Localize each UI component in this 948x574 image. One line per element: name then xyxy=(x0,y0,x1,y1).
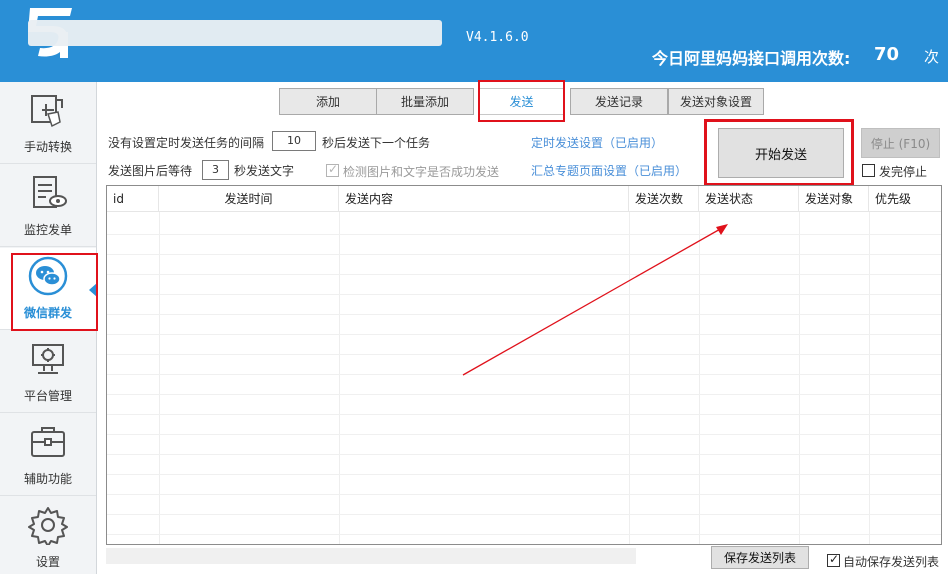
sidebar-item-label: 监控发单 xyxy=(23,223,72,237)
tab-send-records[interactable]: 发送记录 xyxy=(570,88,668,115)
sidebar-item-label: 手动转换 xyxy=(23,140,72,154)
highlight-box-start xyxy=(704,119,854,186)
api-usage-label: 今日阿里妈妈接口调用次数: xyxy=(652,49,851,68)
column-header-send-count[interactable]: 发送次数 xyxy=(629,186,699,212)
sidebar-item-settings[interactable]: 设置 xyxy=(0,497,96,574)
column-divider xyxy=(159,212,160,544)
tab-add[interactable]: 添加 xyxy=(279,88,377,115)
row-divider xyxy=(107,294,941,295)
interval-prefix-label: 没有设置定时发送任务的间隔 xyxy=(108,136,265,150)
column-header-send-content[interactable]: 发送内容 xyxy=(339,186,629,212)
redacted-app-title xyxy=(28,20,442,46)
row-divider xyxy=(107,514,941,515)
column-header-send-target[interactable]: 发送对象 xyxy=(799,186,869,212)
row-divider xyxy=(107,334,941,335)
row-divider xyxy=(107,354,941,355)
row-divider xyxy=(107,374,941,375)
row-divider xyxy=(107,494,941,495)
gear-icon xyxy=(28,507,68,545)
sidebar-item-label: 设置 xyxy=(35,555,60,569)
column-divider xyxy=(629,212,630,544)
image-wait-suffix-label: 秒发送文字 xyxy=(234,164,295,178)
interval-input[interactable]: 10 xyxy=(272,131,316,151)
column-divider xyxy=(699,212,700,544)
row-divider xyxy=(107,274,941,275)
sidebar-item-monitor-dispatch[interactable]: 监控发单 xyxy=(0,165,96,247)
row-divider xyxy=(107,434,941,435)
highlight-box-sidebar xyxy=(11,253,98,331)
title-bar: V4.1.6.0 今日阿里妈妈接口调用次数: 70 次 xyxy=(0,0,948,82)
monitor-gear-icon xyxy=(32,344,64,374)
tab-send-target-settings[interactable]: 发送对象设置 xyxy=(668,88,764,115)
row-divider xyxy=(107,454,941,455)
api-usage-count: 70 xyxy=(874,44,900,65)
timed-send-settings-link[interactable]: 定时发送设置（已启用） xyxy=(531,134,663,151)
check-success-label: 检测图片和文字是否成功发送 xyxy=(343,165,500,179)
sidebar-item-label: 平台管理 xyxy=(23,389,72,403)
horizontal-scrollbar[interactable] xyxy=(106,548,636,564)
column-header-send-time[interactable]: 发送时间 xyxy=(159,186,339,212)
stop-button[interactable]: 停止 (F10) xyxy=(861,128,940,158)
tab-batch-add[interactable]: 批量添加 xyxy=(376,88,474,115)
column-header-send-status[interactable]: 发送状态 xyxy=(699,186,799,212)
row-divider xyxy=(107,414,941,415)
toolbox-icon xyxy=(31,427,65,457)
sidebar-item-auxiliary[interactable]: 辅助功能 xyxy=(0,414,96,496)
column-divider xyxy=(869,212,870,544)
sidebar-item-platform-management[interactable]: 平台管理 xyxy=(0,331,96,413)
image-wait-input[interactable]: 3 xyxy=(202,160,229,180)
stop-after-send-checkbox[interactable] xyxy=(862,164,875,177)
table-header: id 发送时间 发送内容 发送次数 发送状态 发送对象 优先级 xyxy=(107,186,941,212)
row-divider xyxy=(107,534,941,535)
column-header-id[interactable]: id xyxy=(107,186,159,212)
version-label: V4.1.6.0 xyxy=(466,30,529,45)
highlight-box-tab xyxy=(478,80,565,122)
row-divider xyxy=(107,394,941,395)
column-divider xyxy=(799,212,800,544)
save-send-list-button[interactable]: 保存发送列表 xyxy=(711,546,809,569)
stop-after-send-label: 发完停止 xyxy=(879,165,928,179)
auto-save-checkbox[interactable] xyxy=(827,552,840,567)
row-divider xyxy=(107,314,941,315)
interval-suffix-label: 秒后发送下一个任务 xyxy=(322,136,431,150)
api-usage-unit: 次 xyxy=(924,48,940,66)
column-divider xyxy=(339,212,340,544)
topic-page-settings-link[interactable]: 汇总专题页面设置（已启用） xyxy=(531,162,687,179)
row-divider xyxy=(107,254,941,255)
hand-convert-icon xyxy=(31,95,63,128)
auto-save-label: 自动保存发送列表 xyxy=(843,555,940,569)
sidebar-item-label: 辅助功能 xyxy=(23,472,72,486)
monitor-document-icon xyxy=(33,176,67,208)
send-task-table[interactable]: id 发送时间 发送内容 发送次数 发送状态 发送对象 优先级 xyxy=(106,185,942,545)
row-divider xyxy=(107,234,941,235)
sidebar-item-manual-convert[interactable]: 手动转换 xyxy=(0,82,96,164)
image-wait-prefix-label: 发送图片后等待 xyxy=(108,164,193,178)
check-success-checkbox[interactable] xyxy=(326,162,339,177)
row-divider xyxy=(107,474,941,475)
column-header-priority[interactable]: 优先级 xyxy=(869,186,941,212)
